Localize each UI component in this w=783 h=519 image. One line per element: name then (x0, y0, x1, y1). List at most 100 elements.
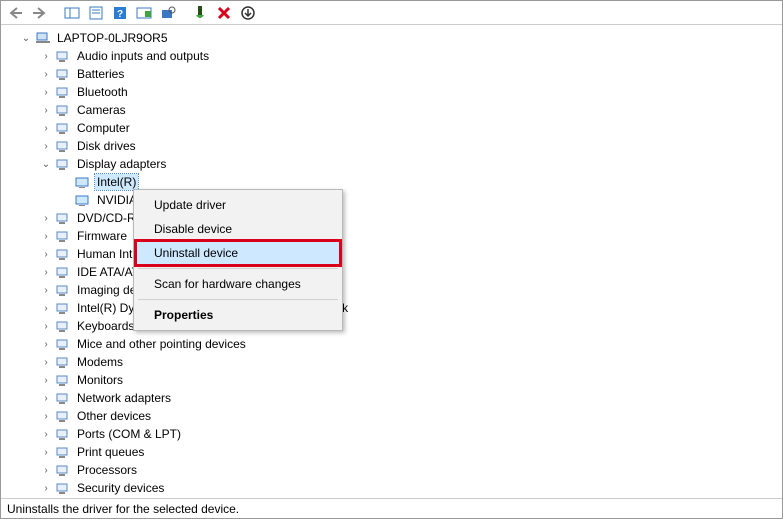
category-node[interactable]: › Other devices (7, 407, 782, 425)
legacy-add-button[interactable] (237, 3, 259, 23)
category-node[interactable]: ⌄ Display adapters (7, 155, 782, 173)
scan-hardware-button[interactable] (157, 3, 179, 23)
chevron-right-icon[interactable]: › (39, 49, 53, 63)
category-node[interactable]: › DVD/CD-R (7, 209, 782, 227)
sheet-icon (88, 6, 104, 20)
back-button[interactable] (5, 3, 27, 23)
device-tree-scroll[interactable]: ⌄ LAPTOP-0LJR9OR5 › Audio inputs and out… (1, 25, 782, 498)
category-node[interactable]: › Batteries (7, 65, 782, 83)
spacer (59, 175, 73, 189)
chevron-right-icon[interactable]: › (39, 67, 53, 81)
category-label: DVD/CD-R (75, 210, 138, 226)
category-node[interactable]: › Monitors (7, 371, 782, 389)
chevron-right-icon[interactable]: › (39, 121, 53, 135)
down-circle-icon (241, 6, 255, 20)
category-node[interactable]: › Modems (7, 353, 782, 371)
category-icon (55, 282, 71, 298)
chevron-right-icon[interactable]: › (39, 211, 53, 225)
chevron-right-icon[interactable]: › (39, 337, 53, 351)
help-button[interactable]: ? (109, 3, 131, 23)
chevron-right-icon[interactable]: › (39, 319, 53, 333)
category-node[interactable]: › Cameras (7, 101, 782, 119)
category-icon (55, 480, 71, 496)
enable-device-button[interactable] (189, 3, 211, 23)
category-node[interactable]: › Security devices (7, 479, 782, 497)
forward-button[interactable] (29, 3, 51, 23)
device-tree-area: ⌄ LAPTOP-0LJR9OR5 › Audio inputs and out… (1, 25, 782, 498)
category-label: Mice and other pointing devices (75, 336, 248, 352)
ctx-disable-device[interactable]: Disable device (136, 217, 340, 241)
category-icon (55, 102, 71, 118)
category-node[interactable]: › Keyboards (7, 317, 782, 335)
chevron-right-icon[interactable]: › (39, 103, 53, 117)
display-adapter-icon (75, 174, 91, 190)
show-hidden-button[interactable] (61, 3, 83, 23)
category-icon (55, 84, 71, 100)
category-icon (55, 300, 71, 316)
category-label: Print queues (75, 444, 146, 460)
chevron-down-icon[interactable]: ⌄ (39, 157, 53, 171)
chevron-right-icon[interactable]: › (39, 445, 53, 459)
category-label: IDE ATA/AT (75, 264, 141, 280)
root-node[interactable]: ⌄ LAPTOP-0LJR9OR5 (7, 29, 782, 47)
ctx-separator (138, 268, 338, 269)
properties-button[interactable] (85, 3, 107, 23)
device-node[interactable]: NVIDIA (7, 191, 782, 209)
chevron-down-icon[interactable]: ⌄ (19, 31, 33, 45)
chevron-right-icon[interactable]: › (39, 265, 53, 279)
ctx-separator (138, 299, 338, 300)
category-node[interactable]: › Disk drives (7, 137, 782, 155)
chevron-right-icon[interactable]: › (39, 283, 53, 297)
device-node[interactable]: Intel(R) (7, 173, 782, 191)
category-label: Display adapters (75, 156, 168, 172)
category-node[interactable]: › Intel(R) Dynamic Platform and Thermal … (7, 299, 782, 317)
status-text: Uninstalls the driver for the selected d… (7, 502, 239, 516)
category-node[interactable]: › Ports (COM & LPT) (7, 425, 782, 443)
chevron-right-icon[interactable]: › (39, 301, 53, 315)
category-node[interactable]: › Human Int (7, 245, 782, 263)
ctx-uninstall-device[interactable]: Uninstall device (136, 241, 340, 265)
category-node[interactable]: › Firmware (7, 227, 782, 245)
chevron-right-icon[interactable]: › (39, 139, 53, 153)
svg-text:?: ? (117, 9, 123, 20)
chevron-right-icon[interactable]: › (39, 229, 53, 243)
category-label: Batteries (75, 66, 126, 82)
ctx-properties[interactable]: Properties (136, 303, 340, 327)
category-node[interactable]: › Processors (7, 461, 782, 479)
category-icon (55, 390, 71, 406)
chevron-right-icon[interactable]: › (39, 391, 53, 405)
category-icon (55, 246, 71, 262)
ctx-update-driver[interactable]: Update driver (136, 193, 340, 217)
category-node[interactable]: › Computer (7, 119, 782, 137)
chevron-right-icon[interactable]: › (39, 481, 53, 495)
category-icon (55, 66, 71, 82)
category-label: Audio inputs and outputs (75, 48, 211, 64)
category-icon (55, 228, 71, 244)
category-label: Network adapters (75, 390, 173, 406)
update-driver-button[interactable] (133, 3, 155, 23)
context-menu: Update driver Disable device Uninstall d… (133, 189, 343, 331)
category-node[interactable]: › Bluetooth (7, 83, 782, 101)
chevron-right-icon[interactable]: › (39, 247, 53, 261)
chevron-right-icon[interactable]: › (39, 85, 53, 99)
category-icon (55, 156, 71, 172)
category-node[interactable]: › Imaging de (7, 281, 782, 299)
category-node[interactable]: › Print queues (7, 443, 782, 461)
chevron-right-icon[interactable]: › (39, 463, 53, 477)
ctx-scan-hardware[interactable]: Scan for hardware changes (136, 272, 340, 296)
category-node[interactable]: › Audio inputs and outputs (7, 47, 782, 65)
category-icon (55, 48, 71, 64)
back-arrow-icon (8, 6, 24, 20)
display-adapter-icon (75, 192, 91, 208)
category-icon (55, 372, 71, 388)
category-label: Ports (COM & LPT) (75, 426, 183, 442)
uninstall-x-button[interactable] (213, 3, 235, 23)
category-node[interactable]: › Network adapters (7, 389, 782, 407)
category-node[interactable]: › Mice and other pointing devices (7, 335, 782, 353)
chevron-right-icon[interactable]: › (39, 427, 53, 441)
chevron-right-icon[interactable]: › (39, 355, 53, 369)
category-icon (55, 138, 71, 154)
chevron-right-icon[interactable]: › (39, 373, 53, 387)
chevron-right-icon[interactable]: › (39, 409, 53, 423)
category-node[interactable]: › IDE ATA/AT (7, 263, 782, 281)
